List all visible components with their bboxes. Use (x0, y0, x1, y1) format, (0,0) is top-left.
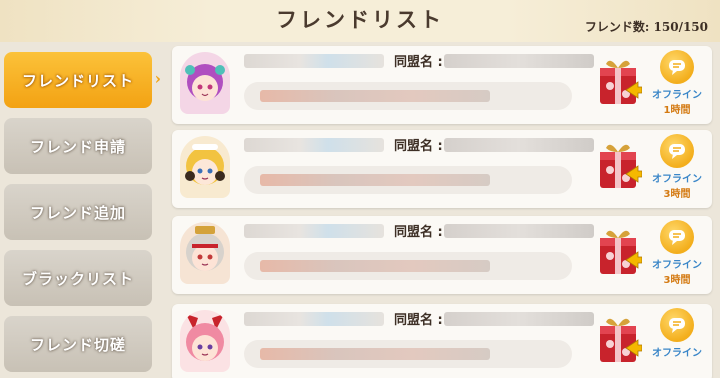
friend-name-redacted (244, 312, 384, 326)
alliance-label: 同盟名 : (394, 55, 443, 70)
online-status: オフライン (652, 174, 702, 185)
status-area: オフライン 3時間 (646, 134, 708, 200)
message-redacted (260, 260, 490, 272)
message-redacted (260, 174, 490, 186)
alliance-label: 同盟名 : (394, 225, 443, 240)
sidebar-item-label: フレンド切磋 (29, 335, 126, 354)
friend-name-redacted (244, 54, 384, 68)
sidebar-item-label: ブラックリスト (21, 269, 134, 288)
friend-name-redacted (244, 224, 384, 238)
status-area: オフライン 1時間 (646, 50, 708, 116)
friend-card[interactable]: 同盟名 : オフライン (172, 216, 712, 294)
alliance-label: 同盟名 : (394, 139, 443, 154)
sidebar-item-label: フレンド申請 (29, 137, 126, 156)
last-seen-time: 3時間 (663, 275, 691, 286)
message-redacted (260, 348, 490, 360)
sidebar-item-label: フレンド追加 (29, 203, 126, 222)
gift-box-icon[interactable] (596, 54, 642, 108)
message-redacted (260, 90, 490, 102)
avatar[interactable] (180, 52, 230, 114)
avatar[interactable] (180, 136, 230, 198)
chevron-right-icon: › (154, 69, 162, 88)
sidebar-item-blacklist[interactable]: ブラックリスト (4, 250, 152, 306)
last-seen-time: 3時間 (663, 189, 691, 200)
avatar[interactable] (180, 222, 230, 284)
avatar[interactable] (180, 310, 230, 372)
friend-card[interactable]: 同盟名 : オフライン (172, 304, 712, 378)
friend-card[interactable]: 同盟名 : オフライン (172, 130, 712, 208)
friend-count: フレンド数: 150/150 (584, 20, 708, 34)
chat-bubble-icon[interactable] (660, 220, 694, 254)
online-status: オフライン (652, 348, 702, 359)
online-status: オフライン (652, 90, 702, 101)
sidebar-item-friend-request[interactable]: フレンド申請 (4, 118, 152, 174)
alliance-label: 同盟名 : (394, 313, 443, 328)
gift-box-icon[interactable] (596, 312, 642, 366)
sidebar: フレンドリスト › フレンド申請 フレンド追加 ブラックリスト フレンド切磋 (4, 52, 161, 378)
chat-bubble-icon[interactable] (660, 50, 694, 84)
alliance-name-redacted (444, 312, 594, 326)
gift-box-icon[interactable] (596, 138, 642, 192)
sidebar-item-add-friend[interactable]: フレンド追加 (4, 184, 152, 240)
friend-card[interactable]: 同盟名 : オフライン (172, 46, 712, 124)
status-area: オフライン 3時間 (646, 220, 708, 286)
alliance-name-redacted (444, 138, 594, 152)
alliance-name-redacted (444, 54, 594, 68)
gift-box-icon[interactable] (596, 224, 642, 278)
status-area: オフライン (646, 308, 708, 359)
online-status: オフライン (652, 260, 702, 271)
sidebar-item-label: フレンドリスト (21, 71, 134, 90)
alliance-name-redacted (444, 224, 594, 238)
friend-name-redacted (244, 138, 384, 152)
sidebar-item-friend-list[interactable]: フレンドリスト › (4, 52, 161, 108)
chat-bubble-icon[interactable] (660, 308, 694, 342)
sidebar-item-friend-spar[interactable]: フレンド切磋 (4, 316, 152, 372)
chat-bubble-icon[interactable] (660, 134, 694, 168)
last-seen-time: 1時間 (663, 105, 691, 116)
